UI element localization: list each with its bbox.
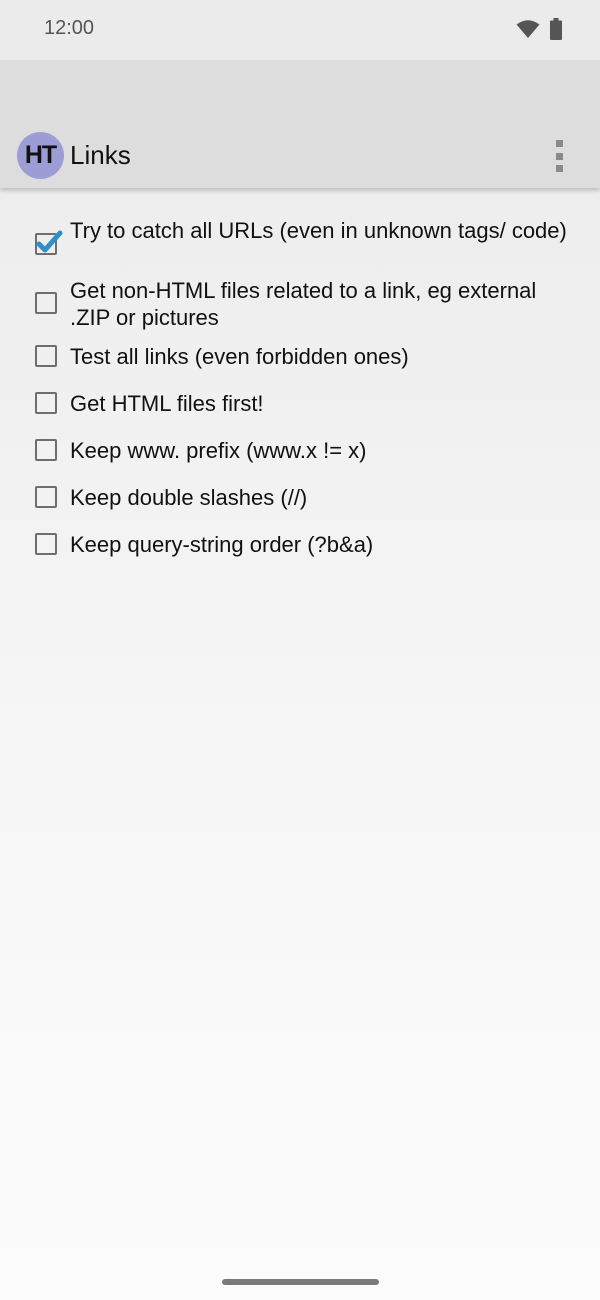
status-bar: 12:00 (0, 0, 600, 60)
app-logo: HT (17, 132, 64, 179)
checkmark-icon (36, 230, 63, 253)
app-bar: HT Links (0, 60, 600, 188)
navigation-handle[interactable] (222, 1279, 379, 1285)
status-icons (516, 18, 562, 45)
option-label: Try to catch all URLs (even in unknown t… (70, 218, 567, 243)
more-vert-icon (555, 140, 563, 147)
option-label: Keep www. prefix (www.x != x) (70, 438, 367, 463)
checkbox-test-all-links[interactable] (35, 345, 57, 367)
checkbox-catch-all-urls[interactable] (35, 230, 63, 255)
wifi-icon (516, 19, 540, 44)
checkbox-html-first[interactable] (35, 392, 57, 414)
option-label: Keep query-string order (?b&a) (70, 532, 374, 557)
more-options-button[interactable] (545, 138, 573, 174)
option-label: Keep double slashes (//) (70, 485, 308, 510)
checkbox-keep-www-prefix[interactable] (35, 439, 57, 461)
option-label: Test all links (even forbidden ones) (70, 344, 409, 369)
checkbox-non-html-files[interactable] (35, 292, 57, 314)
battery-icon (550, 18, 562, 45)
app-logo-text: HT (24, 141, 57, 169)
checkbox-keep-double-slashes[interactable] (35, 486, 57, 508)
option-label: Get non-HTML files related to a link, eg… (70, 278, 537, 330)
status-time: 12:00 (44, 17, 95, 39)
page-title: Links (70, 140, 131, 170)
option-label: Get HTML files first! (70, 391, 264, 416)
checkbox-keep-query-order[interactable] (35, 533, 57, 555)
